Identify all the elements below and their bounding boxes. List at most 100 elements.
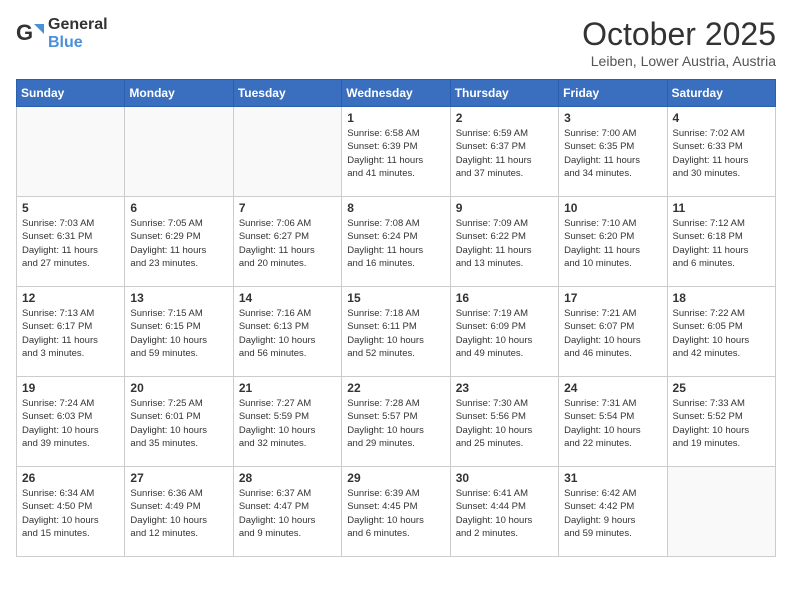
day-number: 27 — [130, 471, 227, 485]
day-number: 30 — [456, 471, 553, 485]
title-area: October 2025 Leiben, Lower Austria, Aust… — [582, 16, 776, 69]
week-row-1: 1 Sunrise: 6:58 AM Sunset: 6:39 PM Daylig… — [17, 107, 776, 197]
day-info: Sunrise: 7:02 AM Sunset: 6:33 PM Dayligh… — [673, 127, 770, 180]
week-row-5: 26Sunrise: 6:34 AM Sunset: 4:50 PM Dayli… — [17, 467, 776, 557]
day-number: 4 — [673, 111, 770, 125]
day-info: Sunrise: 7:13 AM Sunset: 6:17 PM Dayligh… — [22, 307, 119, 360]
weekday-header-wednesday: Wednesday — [342, 80, 450, 107]
calendar-cell: 17 Sunrise: 7:21 AM Sunset: 6:07 PM Dayli… — [559, 287, 667, 377]
month-title: October 2025 — [582, 16, 776, 53]
week-row-2: 5 Sunrise: 7:03 AM Sunset: 6:31 PM Daylig… — [17, 197, 776, 287]
day-number: 29 — [347, 471, 444, 485]
day-number: 21 — [239, 381, 336, 395]
calendar-cell: 27 Sunrise: 6:36 AM Sunset: 4:49 PM Dayli… — [125, 467, 233, 557]
calendar-cell: 5 Sunrise: 7:03 AM Sunset: 6:31 PM Daylig… — [17, 197, 125, 287]
location: Leiben, Lower Austria, Austria — [582, 53, 776, 69]
svg-text:G: G — [16, 20, 33, 45]
day-number: 6 — [130, 201, 227, 215]
calendar-cell — [667, 467, 775, 557]
day-info: Sunrise: 7:03 AM Sunset: 6:31 PM Dayligh… — [22, 217, 119, 270]
day-info: Sunrise: 6:36 AM Sunset: 4:49 PM Dayligh… — [130, 487, 227, 540]
day-number: 17 — [564, 291, 661, 305]
calendar-cell: 16Sunrise: 7:19 AM Sunset: 6:09 PM Dayli… — [450, 287, 558, 377]
day-info: Sunrise: 7:31 AM Sunset: 5:54 PM Dayligh… — [564, 397, 661, 450]
day-info: Sunrise: 7:25 AM Sunset: 6:01 PM Dayligh… — [130, 397, 227, 450]
day-info: Sunrise: 7:18 AM Sunset: 6:11 PM Dayligh… — [347, 307, 444, 360]
day-number: 28 — [239, 471, 336, 485]
weekday-header-tuesday: Tuesday — [233, 80, 341, 107]
day-info: Sunrise: 7:12 AM Sunset: 6:18 PM Dayligh… — [673, 217, 770, 270]
day-number: 24 — [564, 381, 661, 395]
day-number: 1 — [347, 111, 444, 125]
logo: G General Blue — [16, 16, 108, 52]
day-number: 11 — [673, 201, 770, 215]
day-info: Sunrise: 7:08 AM Sunset: 6:24 PM Dayligh… — [347, 217, 444, 270]
calendar-cell: 22 Sunrise: 7:28 AM Sunset: 5:57 PM Dayli… — [342, 377, 450, 467]
day-info: Sunrise: 7:09 AM Sunset: 6:22 PM Dayligh… — [456, 217, 553, 270]
calendar-cell: 28 Sunrise: 6:37 AM Sunset: 4:47 PM Dayli… — [233, 467, 341, 557]
calendar-cell: 26Sunrise: 6:34 AM Sunset: 4:50 PM Dayli… — [17, 467, 125, 557]
calendar-cell — [17, 107, 125, 197]
day-info: Sunrise: 6:58 AM Sunset: 6:39 PM Dayligh… — [347, 127, 444, 180]
day-info: Sunrise: 7:10 AM Sunset: 6:20 PM Dayligh… — [564, 217, 661, 270]
calendar-cell: 29 Sunrise: 6:39 AM Sunset: 4:45 PM Dayli… — [342, 467, 450, 557]
calendar-cell: 11 Sunrise: 7:12 AM Sunset: 6:18 PM Dayli… — [667, 197, 775, 287]
calendar-cell: 15Sunrise: 7:18 AM Sunset: 6:11 PM Dayli… — [342, 287, 450, 377]
day-number: 14 — [239, 291, 336, 305]
calendar-cell: 7 Sunrise: 7:06 AM Sunset: 6:27 PM Daylig… — [233, 197, 341, 287]
calendar-cell: 13Sunrise: 7:15 AM Sunset: 6:15 PM Dayli… — [125, 287, 233, 377]
logo-icon: G — [16, 20, 44, 48]
week-row-3: 12 Sunrise: 7:13 AM Sunset: 6:17 PM Dayli… — [17, 287, 776, 377]
calendar-cell: 25 Sunrise: 7:33 AM Sunset: 5:52 PM Dayli… — [667, 377, 775, 467]
calendar-cell: 14Sunrise: 7:16 AM Sunset: 6:13 PM Dayli… — [233, 287, 341, 377]
calendar-cell: 2Sunrise: 6:59 AM Sunset: 6:37 PM Daylig… — [450, 107, 558, 197]
week-row-4: 19 Sunrise: 7:24 AM Sunset: 6:03 PM Dayli… — [17, 377, 776, 467]
calendar-cell: 30 Sunrise: 6:41 AM Sunset: 4:44 PM Dayli… — [450, 467, 558, 557]
calendar-cell: 21Sunrise: 7:27 AM Sunset: 5:59 PM Dayli… — [233, 377, 341, 467]
day-number: 10 — [564, 201, 661, 215]
day-info: Sunrise: 6:41 AM Sunset: 4:44 PM Dayligh… — [456, 487, 553, 540]
calendar-cell: 31 Sunrise: 6:42 AM Sunset: 4:42 PM Dayli… — [559, 467, 667, 557]
day-number: 3 — [564, 111, 661, 125]
day-info: Sunrise: 7:30 AM Sunset: 5:56 PM Dayligh… — [456, 397, 553, 450]
calendar-cell: 1 Sunrise: 6:58 AM Sunset: 6:39 PM Daylig… — [342, 107, 450, 197]
calendar-table: SundayMondayTuesdayWednesdayThursdayFrid… — [16, 79, 776, 557]
day-info: Sunrise: 6:37 AM Sunset: 4:47 PM Dayligh… — [239, 487, 336, 540]
day-info: Sunrise: 6:42 AM Sunset: 4:42 PM Dayligh… — [564, 487, 661, 540]
day-info: Sunrise: 7:21 AM Sunset: 6:07 PM Dayligh… — [564, 307, 661, 360]
day-number: 2 — [456, 111, 553, 125]
weekday-header-thursday: Thursday — [450, 80, 558, 107]
calendar-cell: 24 Sunrise: 7:31 AM Sunset: 5:54 PM Dayli… — [559, 377, 667, 467]
logo-line1: General — [48, 16, 108, 34]
calendar-cell — [233, 107, 341, 197]
day-number: 13 — [130, 291, 227, 305]
day-info: Sunrise: 6:39 AM Sunset: 4:45 PM Dayligh… — [347, 487, 444, 540]
calendar-cell: 4 Sunrise: 7:02 AM Sunset: 6:33 PM Daylig… — [667, 107, 775, 197]
day-number: 22 — [347, 381, 444, 395]
day-info: Sunrise: 7:05 AM Sunset: 6:29 PM Dayligh… — [130, 217, 227, 270]
weekday-header-monday: Monday — [125, 80, 233, 107]
day-number: 7 — [239, 201, 336, 215]
calendar-cell: 6 Sunrise: 7:05 AM Sunset: 6:29 PM Daylig… — [125, 197, 233, 287]
day-info: Sunrise: 7:33 AM Sunset: 5:52 PM Dayligh… — [673, 397, 770, 450]
day-number: 23 — [456, 381, 553, 395]
weekday-header-sunday: Sunday — [17, 80, 125, 107]
day-number: 12 — [22, 291, 119, 305]
day-info: Sunrise: 7:28 AM Sunset: 5:57 PM Dayligh… — [347, 397, 444, 450]
day-info: Sunrise: 7:06 AM Sunset: 6:27 PM Dayligh… — [239, 217, 336, 270]
day-number: 19 — [22, 381, 119, 395]
day-info: Sunrise: 6:34 AM Sunset: 4:50 PM Dayligh… — [22, 487, 119, 540]
day-number: 9 — [456, 201, 553, 215]
day-number: 18 — [673, 291, 770, 305]
calendar-cell: 19 Sunrise: 7:24 AM Sunset: 6:03 PM Dayli… — [17, 377, 125, 467]
calendar-cell: 9 Sunrise: 7:09 AM Sunset: 6:22 PM Daylig… — [450, 197, 558, 287]
day-number: 25 — [673, 381, 770, 395]
day-number: 5 — [22, 201, 119, 215]
calendar-cell: 3Sunrise: 7:00 AM Sunset: 6:35 PM Daylig… — [559, 107, 667, 197]
day-info: Sunrise: 7:24 AM Sunset: 6:03 PM Dayligh… — [22, 397, 119, 450]
day-number: 31 — [564, 471, 661, 485]
weekday-header-friday: Friday — [559, 80, 667, 107]
day-number: 8 — [347, 201, 444, 215]
calendar-cell: 18Sunrise: 7:22 AM Sunset: 6:05 PM Dayli… — [667, 287, 775, 377]
page-header: G General Blue October 2025 Leiben, Lowe… — [16, 16, 776, 69]
